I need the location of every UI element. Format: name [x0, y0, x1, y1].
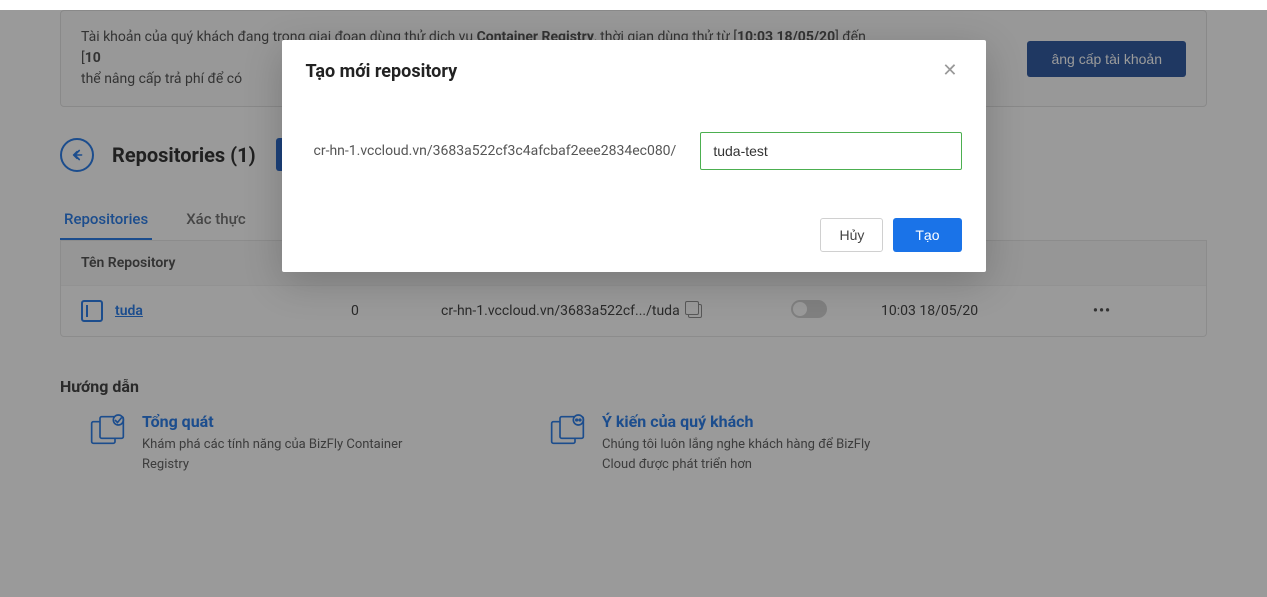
create-repo-modal: Tạo mới repository ✕ cr-hn-1.vccloud.vn/…	[282, 40, 986, 272]
repo-uri-prefix: cr-hn-1.vccloud.vn/3683a522cf3c4afcbaf2e…	[314, 143, 677, 159]
repo-name-input[interactable]	[700, 132, 961, 170]
close-icon[interactable]: ✕	[938, 58, 961, 84]
modal-title: Tạo mới repository	[306, 61, 458, 82]
modal-overlay[interactable]: Tạo mới repository ✕ cr-hn-1.vccloud.vn/…	[0, 10, 1267, 597]
create-button[interactable]: Tạo	[893, 218, 961, 252]
cancel-button[interactable]: Hủy	[820, 218, 883, 252]
